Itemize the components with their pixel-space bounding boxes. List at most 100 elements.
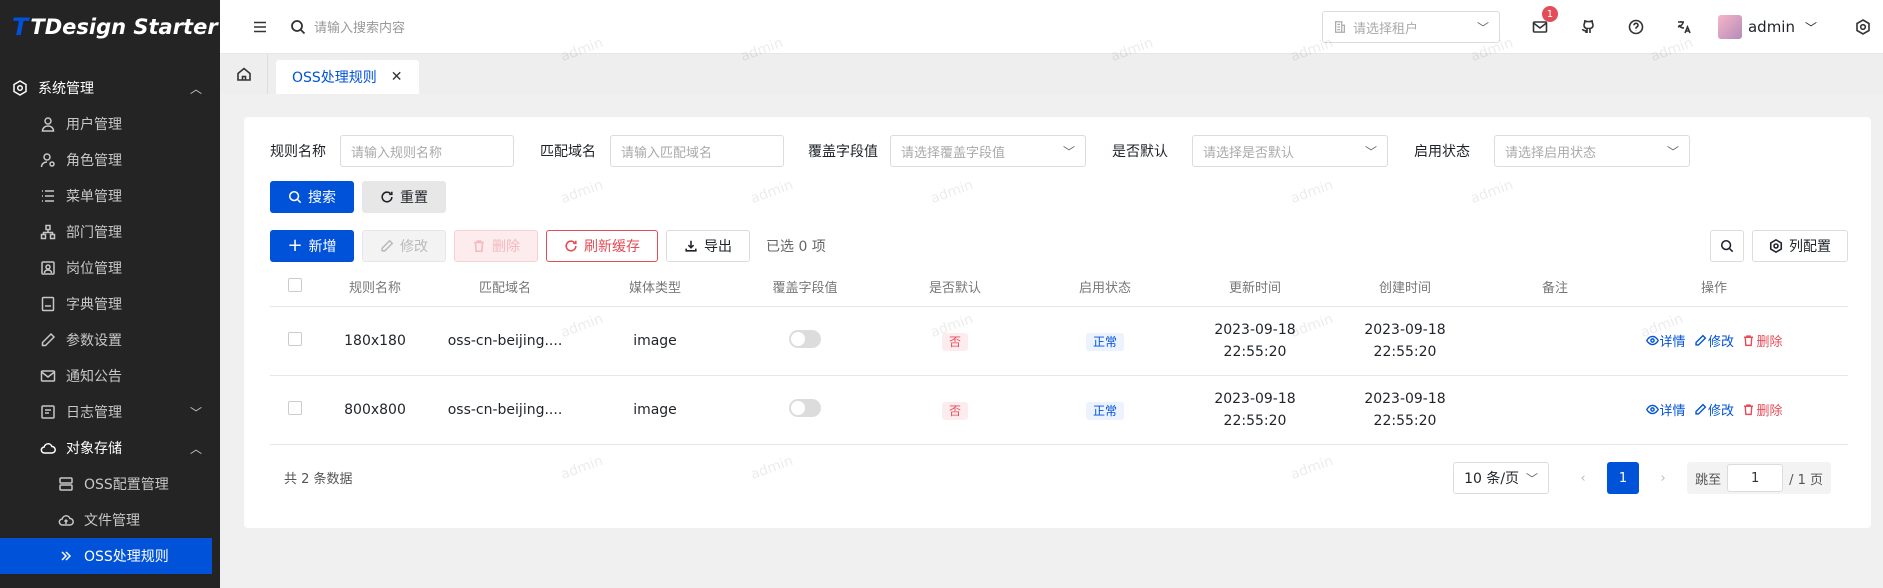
next-page-icon[interactable]: › [1647,471,1679,486]
sidebar-item-storage[interactable]: 对象存储 ︿ [0,430,220,466]
sidebar: T TDesign Starter 系统管理 ︿ 用户管理 角色管理 菜单管理 部… [0,0,220,588]
delete-button[interactable]: 删除 [454,230,538,262]
gear-icon [1769,239,1783,253]
select-all-checkbox[interactable] [288,277,302,292]
refresh-cache-button[interactable]: 刷新缓存 [546,230,658,262]
column-config-button[interactable]: 列配置 [1752,230,1848,262]
dept-icon [40,224,56,240]
default-label: 是否默认 [1112,144,1168,160]
log-icon [40,404,56,420]
domain-label: 匹配域名 [540,144,596,160]
role-icon [40,152,56,168]
status-label: 启用状态 [1414,144,1470,160]
col-override: 覆盖字段值 [772,281,838,296]
download-icon [685,240,697,252]
page-current[interactable]: 1 [1607,462,1640,494]
delete-link[interactable]: 删除 [1742,400,1782,419]
sidebar-item-menus[interactable]: 菜单管理 [0,178,220,214]
server-icon [58,476,74,492]
sidebar-item-users[interactable]: 用户管理 [0,106,220,142]
tab-home[interactable] [220,54,268,94]
row-checkbox[interactable] [288,332,302,346]
row-checkbox[interactable] [288,401,302,415]
sidebar-item-files[interactable]: 文件管理 [0,502,220,538]
override-switch[interactable] [789,330,821,348]
close-icon[interactable]: ✕ [391,69,403,85]
sidebar-item-roles[interactable]: 角色管理 [0,142,220,178]
app-logo[interactable]: T TDesign Starter [0,0,220,54]
col-create-time: 创建时间 [1378,281,1431,296]
notification-button[interactable]: 1 [1516,0,1564,54]
export-button[interactable]: 导出 [666,230,750,262]
create-time: 2023-09-18 22:55:20 [1364,391,1446,429]
search-icon [288,190,302,204]
sidebar-item-dicts[interactable]: 字典管理 [0,286,220,322]
plus-icon: + [287,235,303,256]
double-chevron-icon [58,548,74,564]
github-button[interactable] [1564,0,1612,54]
table-header: 规则名称 匹配域名 媒体类型 覆盖字段值 是否默认 启用状态 更新时间 创建时间… [270,267,1848,307]
page-jump: 跳至 1 / 1 页 [1687,462,1831,494]
refresh-icon [565,240,577,252]
mail-icon [1532,19,1548,35]
sidebar-item-depts[interactable]: 部门管理 [0,214,220,250]
sidebar-group-label: 系统管理 [38,81,94,97]
sidebar-item-posts[interactable]: 岗位管理 [0,250,220,286]
rules-table: 规则名称 匹配域名 媒体类型 覆盖字段值 是否默认 启用状态 更新时间 创建时间… [270,267,1848,445]
sidebar-item-oss-rules[interactable]: OSS处理规则 [0,538,212,574]
avatar [1717,15,1742,39]
page-jump-input[interactable]: 1 [1727,464,1784,492]
reset-button[interactable]: 重置 [362,181,446,213]
help-button[interactable] [1612,0,1660,54]
add-button[interactable]: + 新增 [270,230,354,262]
override-label: 覆盖字段值 [808,144,878,160]
col-actions: 操作 [1700,281,1727,296]
tab-bar: OSS处理规则 ✕ [220,54,1883,94]
search-button[interactable]: 搜索 [270,181,354,213]
status-select[interactable]: 请选择启用状态 ﹀ [1494,135,1690,167]
col-media-type: 媒体类型 [628,281,681,296]
sidebar-item-notices[interactable]: 通知公告 [0,358,220,394]
edit-link[interactable]: 修改 [1694,400,1734,419]
search-input[interactable]: 请输入搜索内容 [314,17,405,36]
edit-link[interactable]: 修改 [1694,331,1734,350]
pagination: 10 条/页 ﹀ ‹ 1 › 跳至 1 / 1 页 [1453,462,1831,494]
cloud-upload-icon [58,512,74,528]
rule-name-input[interactable]: 请输入规则名称 [340,135,514,167]
global-search[interactable]: 请输入搜索内容 [290,17,405,36]
table-row: 800x800 oss-cn-beijing.... image 否 正常 20… [270,376,1848,445]
domain-input[interactable]: 请输入匹配域名 [610,135,784,167]
hamburger-icon[interactable] [252,19,268,35]
translate-icon [1676,19,1692,35]
detail-link[interactable]: 详情 [1645,331,1686,350]
user-menu[interactable]: admin ﹀ [1717,15,1817,39]
tenant-select[interactable]: 请选择租户 ﹀ [1321,11,1500,43]
sidebar-item-logs[interactable]: 日志管理 ﹀ [0,394,220,430]
default-tag: 否 [941,332,968,351]
settings-button[interactable] [1843,0,1883,54]
sidebar-item-params[interactable]: 参数设置 [0,322,220,358]
status-badge: 正常 [1085,332,1124,351]
sidebar-group-system[interactable]: 系统管理 ︿ [0,70,220,106]
page-size-select[interactable]: 10 条/页 ﹀ [1453,462,1550,494]
prev-page-icon[interactable]: ‹ [1567,471,1599,486]
override-select[interactable]: 请选择覆盖字段值 ﹀ [890,135,1086,167]
delete-link[interactable]: 删除 [1742,331,1782,350]
search-icon [290,19,314,35]
edit-button[interactable]: 修改 [362,230,446,262]
search-actions: 搜索 重置 [270,181,446,213]
tab-oss-rules[interactable]: OSS处理规则 ✕ [276,60,419,94]
detail-link[interactable]: 详情 [1645,400,1686,419]
col-update-time: 更新时间 [1228,281,1281,296]
default-select[interactable]: 请选择是否默认 ﹀ [1192,135,1388,167]
table-row: 180x180 oss-cn-beijing.... image 否 正常 20… [270,307,1848,376]
table-search-button[interactable] [1710,230,1744,262]
menu-list-icon [40,188,56,204]
override-switch[interactable] [789,399,821,417]
chevron-up-icon: ︿ [189,81,202,96]
sidebar-item-oss-config[interactable]: OSS配置管理 [0,466,220,502]
selected-count: 已选 0 项 [766,239,826,255]
status-badge: 正常 [1085,401,1124,420]
col-remark: 备注 [1541,281,1568,296]
translate-button[interactable] [1660,0,1708,54]
